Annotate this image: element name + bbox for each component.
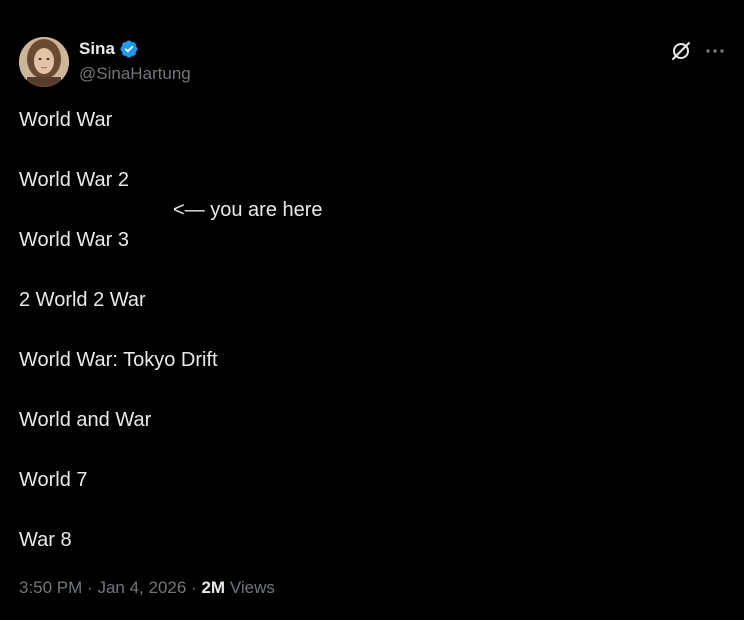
- views-count[interactable]: 2M: [201, 578, 225, 597]
- post-line: World War 2: [19, 169, 130, 191]
- post-line: 2 World 2 War: [19, 289, 146, 311]
- grok-icon[interactable]: [669, 39, 693, 63]
- post-meta: 3:50 PM · Jan 4, 2026 · 2M Views: [19, 577, 275, 599]
- post-time[interactable]: 3:50 PM: [19, 578, 82, 597]
- post-line: World War 3: [19, 229, 130, 251]
- meta-separator: ·: [191, 578, 197, 597]
- post-date[interactable]: Jan 4, 2026: [97, 578, 186, 597]
- author-name-row[interactable]: Sina: [79, 38, 139, 60]
- verified-badge-icon: [119, 39, 139, 59]
- more-options-icon[interactable]: [703, 39, 727, 63]
- avatar[interactable]: [19, 37, 69, 87]
- post-line: World War: Tokyo Drift: [19, 349, 218, 371]
- tweet: Sina @SinaHartung World War World War 2 …: [0, 0, 744, 620]
- views-label: Views: [229, 578, 275, 597]
- post-line: War 8: [19, 529, 72, 551]
- author-handle[interactable]: @SinaHartung: [79, 63, 191, 85]
- meta-separator: ·: [87, 578, 93, 597]
- post-annotation: <— you are here: [173, 199, 323, 221]
- post-line: World War: [19, 109, 113, 131]
- post-line: World and War: [19, 409, 152, 431]
- display-name[interactable]: Sina: [79, 38, 115, 60]
- post-line: World 7: [19, 469, 88, 491]
